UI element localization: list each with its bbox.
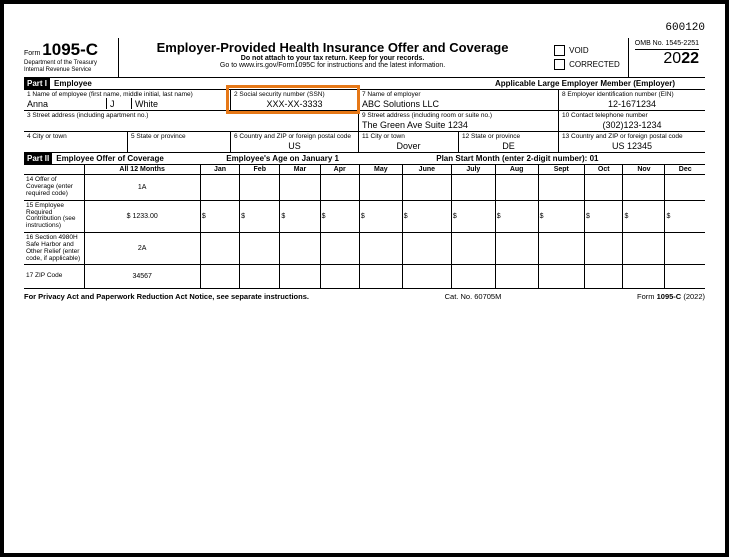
corrected-checkbox[interactable] — [554, 59, 565, 70]
employer-address: The Green Ave Suite 1234 — [362, 119, 555, 130]
ssn-value: XXX-XX-3333 — [234, 98, 355, 109]
row-city-state-zip: 4 City or town 5 State or province 6 Cou… — [24, 132, 705, 153]
row-15: 15 Employee Required Contribution (see i… — [24, 200, 705, 232]
top-code: 600120 — [24, 22, 705, 34]
form-id-block: Form 1095-C Department of the Treasury I… — [24, 38, 119, 77]
form-footer: For Privacy Act and Paperwork Reduction … — [24, 288, 705, 301]
contact-phone: (302)123-1234 — [562, 119, 702, 130]
form-number: 1095-C — [42, 40, 98, 59]
omb-year: OMB No. 1545-2251 2022 — [629, 38, 705, 77]
coverage-table: All 12 Months JanFebMarAprMayJuneJulyAug… — [24, 165, 705, 289]
r15-all: $ 1233.00 — [84, 200, 200, 232]
header-right: VOID CORRECTED OMB No. 1545-2251 2022 — [546, 38, 705, 77]
employee-mi: J — [107, 98, 132, 109]
form-title: Employer-Provided Health Insurance Offer… — [125, 40, 540, 55]
row-name-ssn-employer: 1 Name of employee (first name, middle i… — [24, 90, 705, 111]
r17-all: 34567 — [84, 265, 200, 289]
part2-header: Part II Employee Offer of Coverage Emplo… — [24, 153, 705, 165]
r14-all: 1A — [84, 175, 200, 200]
employer-name: ABC Solutions LLC — [362, 98, 555, 109]
void-checkbox[interactable] — [554, 45, 565, 56]
footer-form: Form 1095-C (2022) — [637, 292, 705, 301]
form-title-block: Employer-Provided Health Insurance Offer… — [119, 38, 546, 77]
form-1095c: 600120 Form 1095-C Department of the Tre… — [0, 0, 729, 557]
employee-last: White — [132, 98, 227, 109]
r16-all: 2A — [84, 233, 200, 265]
row-17: 17 ZIP Code 34567 — [24, 265, 705, 289]
part1-header: Part I Employee Applicable Large Employe… — [24, 78, 705, 90]
row-16: 16 Section 4980H Safe Harbor and Other R… — [24, 233, 705, 265]
employee-first: Anna — [27, 98, 107, 109]
form-header: Form 1095-C Department of the Treasury I… — [24, 38, 705, 78]
employee-address — [27, 119, 355, 120]
row-addresses: 3 Street address (including apartment no… — [24, 111, 705, 132]
ein-value: 12-1671234 — [562, 98, 702, 109]
month-header-row: All 12 Months JanFebMarAprMayJuneJulyAug… — [24, 165, 705, 175]
checkbox-group: VOID CORRECTED — [546, 38, 629, 77]
row-14: 14 Offer of Coverage (enter required cod… — [24, 175, 705, 200]
